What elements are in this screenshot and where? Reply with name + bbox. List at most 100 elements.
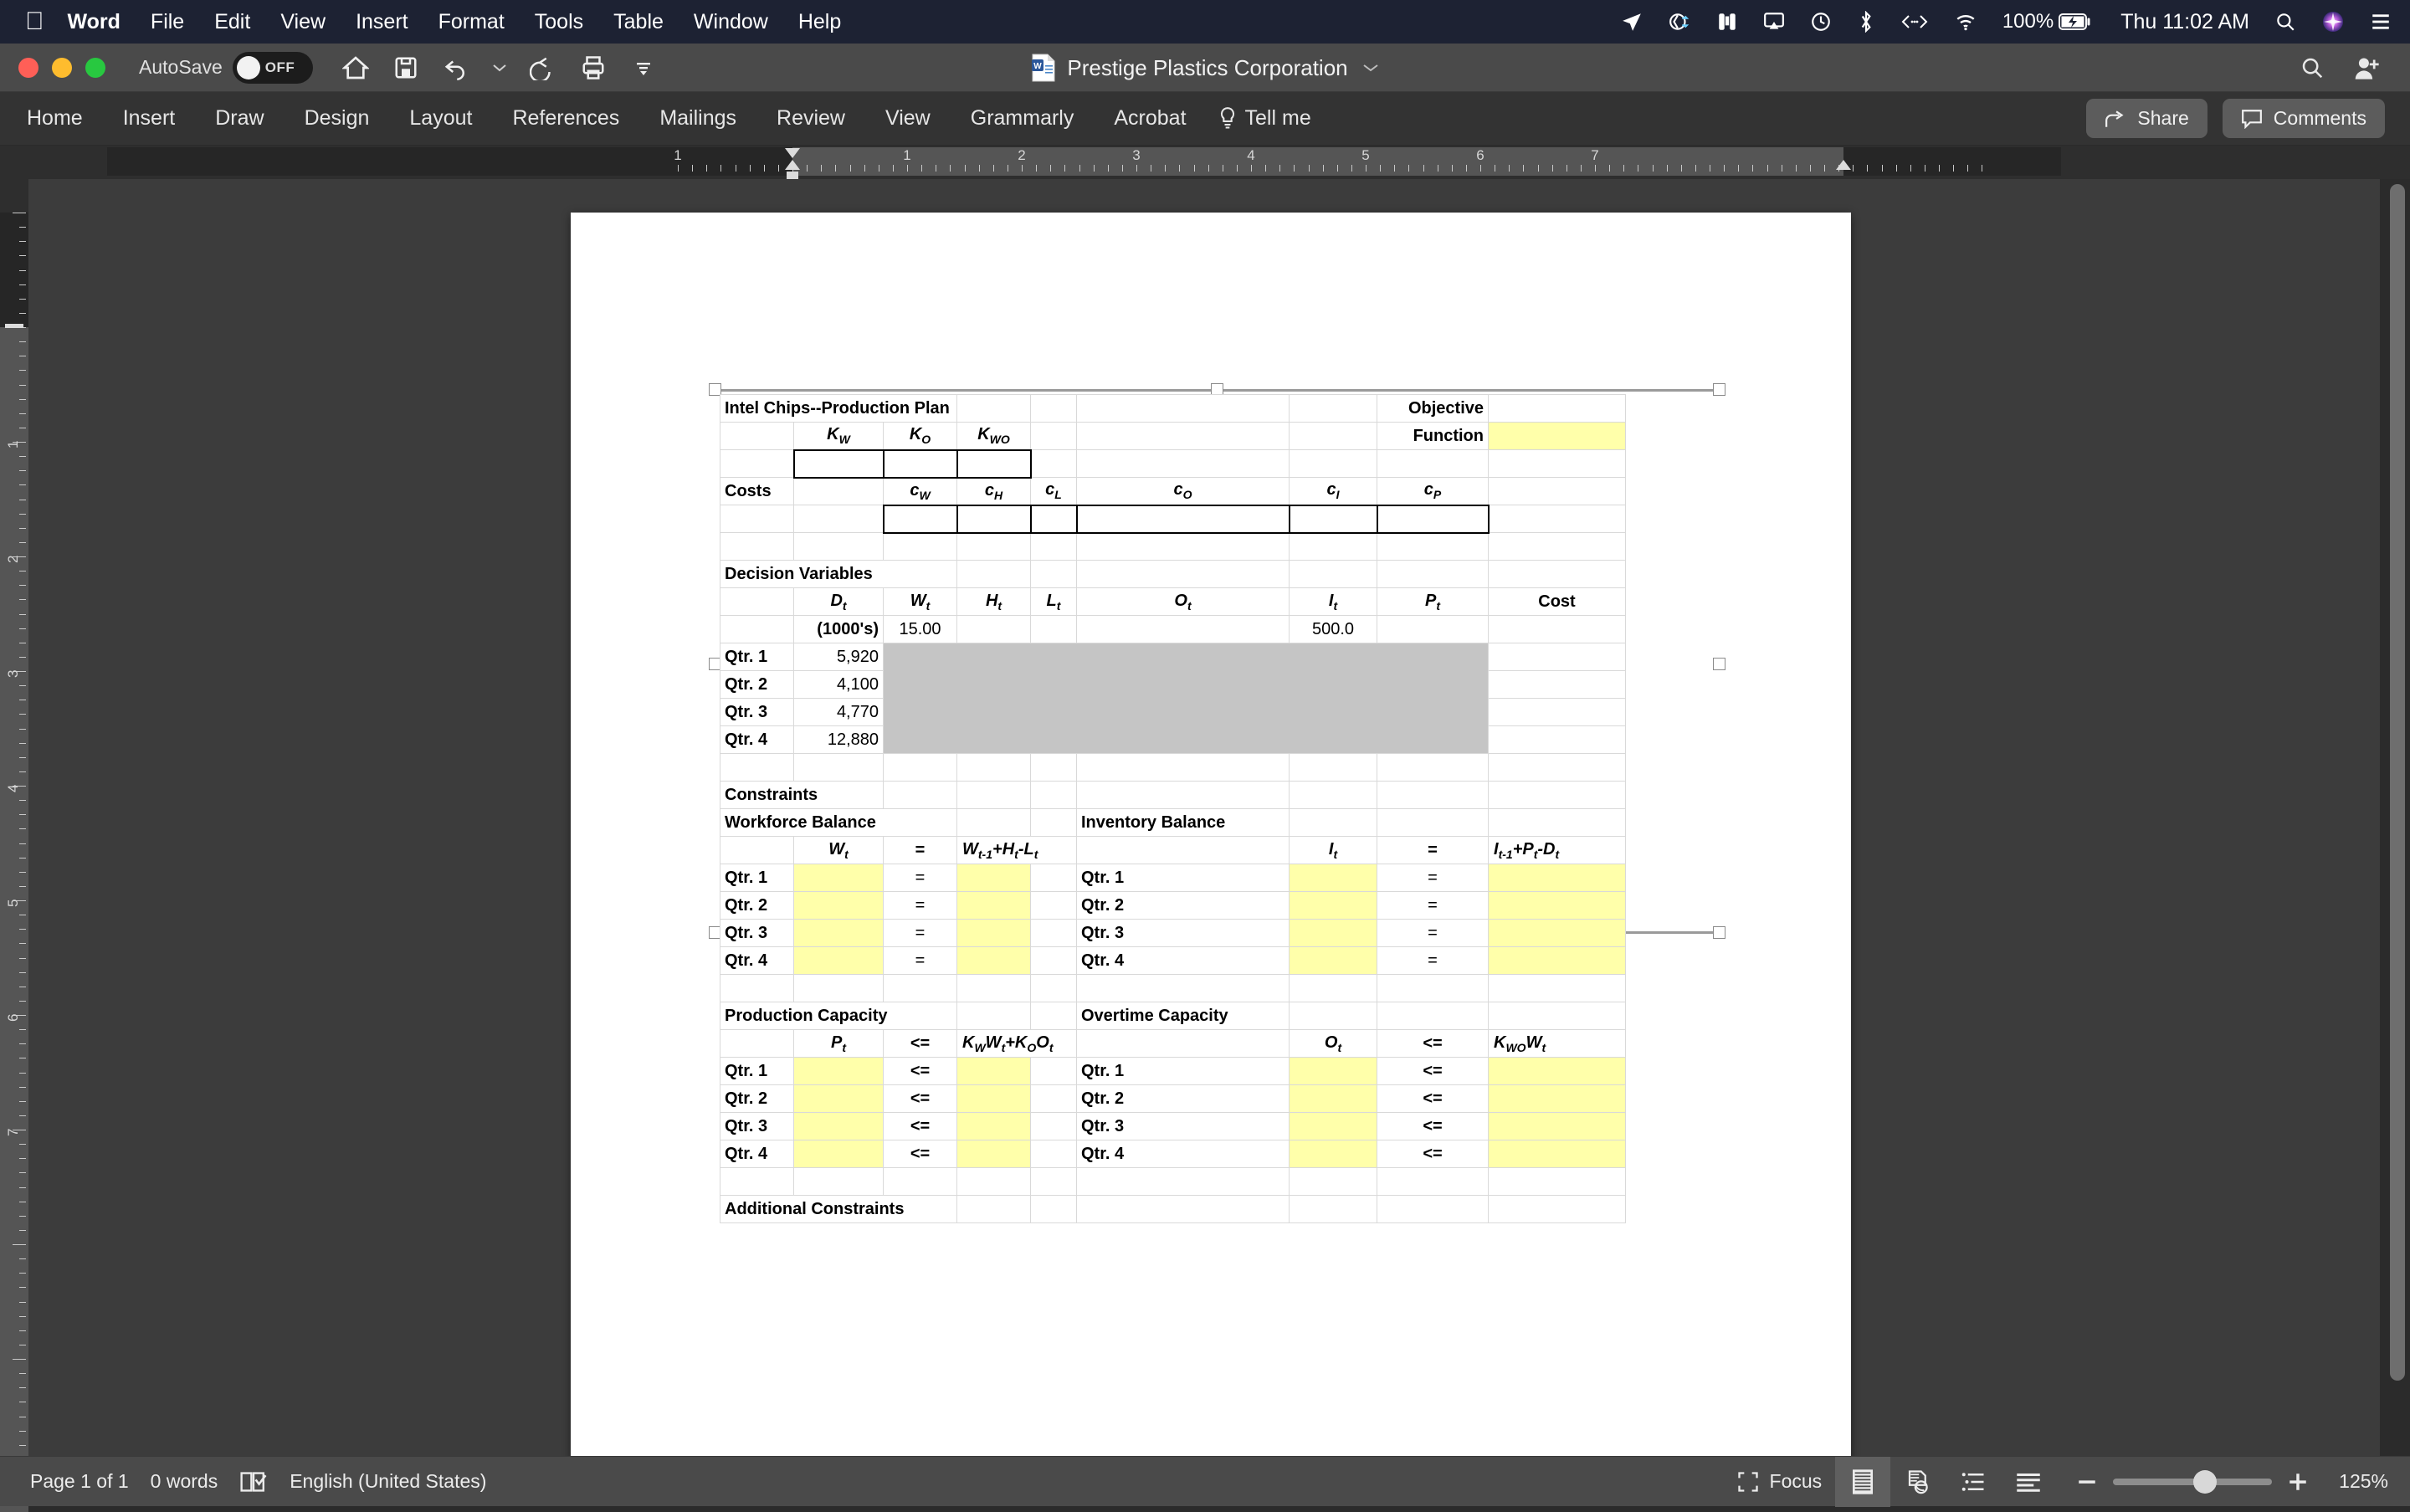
input-wb-formula-qtr2[interactable] — [957, 892, 1031, 920]
cell-empty[interactable] — [1031, 809, 1077, 837]
input-pc-pt-qtr1[interactable] — [794, 1058, 884, 1085]
cell-empty[interactable] — [957, 782, 1031, 809]
menu-item-window[interactable]: Window — [694, 10, 768, 34]
print-layout-view-button[interactable] — [1835, 1457, 1890, 1507]
binoculars-icon[interactable] — [1716, 11, 1738, 33]
input-wb-wt-qtr2[interactable] — [794, 892, 884, 920]
undo-dropdown-chevron-icon[interactable] — [492, 54, 507, 82]
cell-empty[interactable] — [1031, 616, 1077, 643]
cell-empty[interactable] — [1377, 561, 1489, 588]
cell-empty[interactable] — [720, 588, 794, 616]
initial-inventory-value[interactable]: 500.0 — [1290, 616, 1377, 643]
document-canvas[interactable]: Intel Chips--Production Plan Objective K… — [28, 179, 2380, 1456]
cell-empty[interactable] — [957, 1002, 1031, 1030]
cell-empty[interactable] — [1290, 423, 1377, 450]
cell-empty[interactable] — [794, 478, 884, 505]
search-icon[interactable] — [2300, 55, 2325, 80]
zoom-track[interactable] — [2113, 1479, 2272, 1485]
code-brackets-icon[interactable] — [1900, 11, 1929, 33]
cell-empty[interactable] — [1031, 533, 1077, 561]
zoom-slider[interactable]: 125% — [2076, 1470, 2388, 1493]
tab-acrobat[interactable]: Acrobat — [1094, 106, 1206, 131]
input-kwo[interactable] — [957, 450, 1031, 478]
cell-empty[interactable] — [884, 782, 957, 809]
input-inv-it-qtr4[interactable] — [1290, 947, 1377, 975]
cell-empty[interactable] — [1489, 782, 1626, 809]
cell-empty[interactable] — [1031, 1113, 1077, 1140]
cell-empty[interactable] — [794, 533, 884, 561]
cell-empty[interactable] — [884, 1168, 957, 1196]
cell-empty[interactable] — [1377, 1196, 1489, 1223]
language-label[interactable]: English (United States) — [290, 1470, 486, 1493]
location-icon[interactable] — [1621, 11, 1643, 33]
cell-empty[interactable] — [884, 754, 957, 782]
cell-empty[interactable] — [1489, 1168, 1626, 1196]
cell-empty[interactable] — [1077, 395, 1290, 423]
time-machine-icon[interactable] — [1810, 11, 1832, 33]
cell-empty[interactable] — [1489, 1196, 1626, 1223]
cell-empty[interactable] — [1031, 1196, 1077, 1223]
first-line-indent-marker[interactable] — [785, 148, 800, 158]
tab-insert[interactable]: Insert — [103, 106, 196, 131]
cell-empty[interactable] — [1377, 450, 1489, 478]
cell-empty[interactable] — [1377, 809, 1489, 837]
ruler-track[interactable]: 11234567 — [107, 147, 2115, 176]
input-oc-formula-qtr2[interactable] — [1489, 1085, 1626, 1113]
cell-empty[interactable] — [1077, 450, 1290, 478]
cell-empty[interactable] — [720, 837, 794, 864]
apple-icon[interactable]:  — [25, 9, 44, 34]
hanging-indent-marker[interactable] — [785, 160, 800, 170]
cell-empty[interactable] — [720, 1030, 794, 1058]
cell-empty[interactable] — [720, 533, 794, 561]
outline-view-button[interactable] — [1946, 1457, 2001, 1507]
menu-item-format[interactable]: Format — [438, 10, 505, 34]
cell-empty[interactable] — [1290, 754, 1377, 782]
cell-empty[interactable] — [1489, 671, 1626, 699]
home-icon[interactable] — [341, 54, 370, 82]
cell-empty[interactable] — [720, 754, 794, 782]
vertical-scrollbar[interactable] — [2383, 179, 2410, 1456]
cell-empty[interactable] — [1489, 754, 1626, 782]
menu-item-help[interactable]: Help — [798, 10, 841, 34]
demand-qtr4[interactable]: 12,880 — [794, 726, 884, 754]
cell-empty[interactable] — [1031, 1168, 1077, 1196]
cell-empty[interactable] — [794, 1168, 884, 1196]
cell-empty[interactable] — [1489, 726, 1626, 754]
horizontal-ruler[interactable]: 11234567 — [0, 146, 2410, 179]
bluetooth-icon[interactable] — [1857, 11, 1875, 33]
cell-empty[interactable] — [1077, 1030, 1290, 1058]
cell-empty[interactable] — [1031, 864, 1077, 892]
cell-empty[interactable] — [1489, 616, 1626, 643]
cell-empty[interactable] — [1031, 1085, 1077, 1113]
cell-empty[interactable] — [1031, 1058, 1077, 1085]
cell-empty[interactable] — [1031, 782, 1077, 809]
save-icon[interactable] — [392, 54, 420, 82]
cell-empty[interactable] — [1031, 975, 1077, 1002]
input-inv-it-qtr2[interactable] — [1290, 892, 1377, 920]
input-oc-formula-qtr4[interactable] — [1489, 1140, 1626, 1168]
input-pc-formula-qtr4[interactable] — [957, 1140, 1031, 1168]
input-ko[interactable] — [884, 450, 957, 478]
input-wb-formula-qtr1[interactable] — [957, 864, 1031, 892]
scrollbar-thumb[interactable] — [2390, 184, 2405, 1381]
cell-empty[interactable] — [1489, 505, 1626, 533]
left-indent-marker[interactable] — [787, 172, 798, 179]
top-margin-handle[interactable] — [5, 324, 23, 328]
cell-empty[interactable] — [1031, 450, 1077, 478]
cell-empty[interactable] — [1077, 754, 1290, 782]
document-page[interactable]: Intel Chips--Production Plan Objective K… — [571, 213, 1851, 1456]
cell-empty[interactable] — [1290, 533, 1377, 561]
cell-empty[interactable] — [1290, 782, 1377, 809]
cell-empty[interactable] — [1489, 1002, 1626, 1030]
airplay-icon[interactable] — [1763, 11, 1785, 33]
resize-handle-top-right[interactable] — [1713, 383, 1725, 396]
cell-empty[interactable] — [1489, 975, 1626, 1002]
cell-empty[interactable] — [957, 1196, 1031, 1223]
embedded-worksheet-object[interactable]: Intel Chips--Production Plan Objective K… — [720, 394, 1626, 1223]
demand-qtr3[interactable]: 4,770 — [794, 699, 884, 726]
input-oc-ot-qtr4[interactable] — [1290, 1140, 1377, 1168]
tab-references[interactable]: References — [492, 106, 639, 131]
close-button[interactable] — [18, 58, 38, 78]
vertical-ruler[interactable]: 1234567 — [0, 179, 28, 1456]
cell-empty[interactable] — [1031, 561, 1077, 588]
